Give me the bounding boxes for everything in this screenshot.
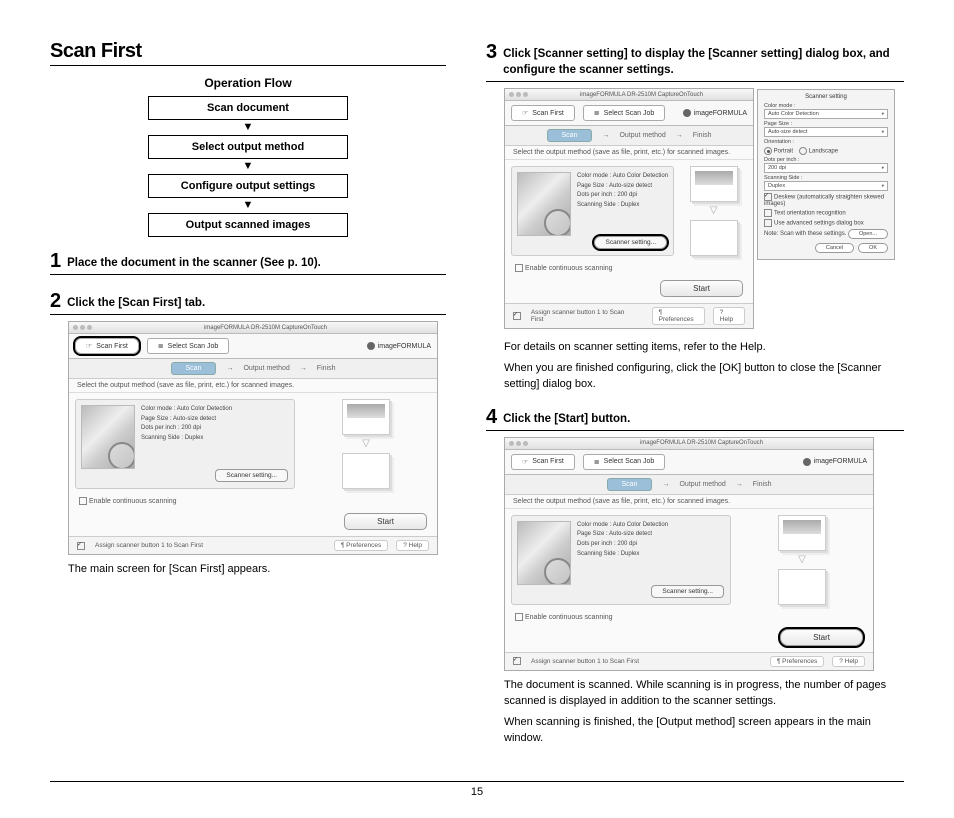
workflow-bar: Scan → Output method → Finish — [69, 359, 437, 379]
window-footer: Assign scanner button 1 to Scan First ¶ … — [69, 536, 437, 554]
paper-stack-icon — [778, 569, 826, 605]
list-icon: ≣ — [594, 109, 600, 117]
open-button[interactable]: Open... — [848, 229, 888, 239]
ok-button[interactable]: OK — [858, 243, 888, 253]
finish-stage-label: Finish — [317, 365, 336, 372]
scanner-setting-button[interactable]: Scanner setting... — [594, 236, 667, 249]
dpi-select[interactable]: 200 dpi — [764, 163, 888, 173]
right-column: 3 Click [Scanner setting] to display the… — [486, 40, 904, 760]
preview-thumbnail — [517, 172, 571, 236]
tab-scan-first[interactable]: ☞ Scan First — [511, 105, 575, 121]
color-mode-select[interactable]: Auto Color Detection — [764, 109, 888, 119]
scan-stage-button[interactable]: Scan — [607, 478, 653, 491]
cancel-button[interactable]: Cancel — [815, 243, 854, 253]
window-title: imageFORMULA DR-2510M CaptureOnTouch — [534, 92, 749, 98]
orientation-radios[interactable]: Portrait Landscape — [764, 147, 888, 155]
assign-label: Assign scanner button 1 to Scan First — [95, 542, 203, 549]
scanning-side-select[interactable]: Duplex — [764, 181, 888, 191]
flow-arrow-icon: ▼ — [243, 122, 254, 133]
window-titlebar: imageFORMULA DR-2510M CaptureOnTouch — [505, 89, 753, 101]
left-column: Scan First Operation Flow Scan document … — [50, 40, 446, 760]
start-button[interactable]: Start — [660, 280, 743, 297]
step-note: The document is scanned. While scanning … — [504, 677, 904, 747]
manual-page: Scan First Operation Flow Scan document … — [0, 0, 954, 818]
flow-step-2: Select output method — [148, 135, 348, 159]
instruction-caption: Select the output method (save as file, … — [69, 379, 437, 393]
flow-step-3: Configure output settings — [148, 174, 348, 198]
hand-icon: ☞ — [522, 109, 528, 117]
scanner-setting-button[interactable]: Scanner setting... — [215, 469, 288, 482]
step-instruction: Click [Scanner setting] to display the [… — [503, 44, 904, 78]
preview-thumbnail — [517, 521, 571, 585]
list-icon: ≣ — [158, 342, 164, 350]
preferences-button[interactable]: ¶ Preferences — [334, 540, 388, 551]
dialog-title: Scanner setting — [764, 94, 888, 100]
two-column-layout: Scan First Operation Flow Scan document … — [50, 40, 904, 760]
flow-step-4: Output scanned images — [148, 213, 348, 237]
paper-stack-icon — [690, 166, 738, 202]
flow-step-1: Scan document — [148, 96, 348, 120]
step-3: 3 Click [Scanner setting] to display the… — [486, 44, 904, 397]
step-4: 4 Click the [Start] button. imageFORMULA… — [486, 409, 904, 751]
scanner-setting-screenshot: imageFORMULA DR-2510M CaptureOnTouch ☞ S… — [504, 88, 754, 329]
step-number: 4 — [486, 407, 497, 427]
tab-scan-first[interactable]: ☞Scan First — [511, 454, 575, 470]
output-preview: ▽ — [301, 399, 431, 489]
tab-scan-first[interactable]: ☞ Scan First — [75, 338, 139, 354]
help-button[interactable]: ? Help — [832, 656, 865, 667]
operation-flow: Scan document ▼ Select output method ▼ C… — [50, 96, 446, 237]
tab-select-scan-job[interactable]: ≣Select Scan Job — [583, 454, 665, 470]
step-instruction: Click the [Scan First] tab. — [67, 293, 205, 311]
help-button[interactable]: ? Help — [396, 540, 429, 551]
window-title: imageFORMULA DR-2510M CaptureOnTouch — [98, 325, 433, 331]
start-button[interactable]: Start — [344, 513, 427, 530]
operation-flow-title: Operation Flow — [50, 76, 446, 90]
output-stage-label: Output method — [243, 365, 289, 372]
scanner-setting-dialog: Scanner setting Color mode :Auto Color D… — [757, 89, 895, 260]
step-note: For details on scanner setting items, re… — [504, 339, 904, 393]
page-number: 15 — [471, 786, 483, 798]
flow-arrow-icon: ▼ — [243, 200, 254, 211]
continuous-scan-checkbox[interactable]: Enable continuous scanning — [505, 262, 753, 276]
preferences-button[interactable]: ¶ Preferences — [652, 307, 705, 325]
tab-select-scan-job[interactable]: ≣ Select Scan Job — [147, 338, 229, 354]
scan-stage-button[interactable]: Scan — [547, 129, 593, 142]
continuous-scan-checkbox[interactable]: Enable continuous scanning — [69, 495, 437, 509]
scanner-setting-button[interactable]: Scanner setting... — [651, 585, 724, 598]
step-number: 3 — [486, 42, 497, 62]
assign-checkbox[interactable] — [77, 542, 85, 550]
preview-thumbnail — [81, 405, 135, 469]
brand-dot-icon — [367, 342, 375, 350]
help-button[interactable]: ? Help — [713, 307, 745, 325]
step-instruction: Place the document in the scanner (See p… — [67, 253, 321, 271]
continuous-scan-checkbox[interactable]: Enable continuous scanning — [505, 611, 873, 625]
paper-stack-icon — [342, 399, 390, 435]
window-titlebar: imageFORMULA DR-2510M CaptureOnTouch — [69, 322, 437, 334]
tab-select-scan-job[interactable]: ≣ Select Scan Job — [583, 105, 665, 121]
preferences-button[interactable]: ¶ Preferences — [770, 656, 824, 667]
paper-stack-icon — [690, 220, 738, 256]
step-2: 2 Click the [Scan First] tab. imageFORMU… — [50, 293, 446, 582]
tab-bar: ☞ Scan First ≣ Select Scan Job imageFORM… — [69, 334, 437, 359]
section-title: Scan First — [50, 40, 446, 66]
scan-first-screenshot: imageFORMULA DR-2510M CaptureOnTouch ☞ S… — [68, 321, 438, 555]
scanner-settings-panel: Color mode : Auto Color Detection Page S… — [75, 399, 295, 489]
step-number: 1 — [50, 251, 61, 271]
page-footer: 15 — [50, 781, 904, 798]
start-button-screenshot: imageFORMULA DR-2510M CaptureOnTouch ☞Sc… — [504, 437, 874, 671]
start-button[interactable]: Start — [780, 629, 863, 646]
hand-icon: ☞ — [86, 342, 92, 350]
paper-stack-icon — [342, 453, 390, 489]
flow-arrow-icon: ▼ — [243, 161, 254, 172]
down-arrow-icon: ▽ — [362, 439, 370, 449]
paper-stack-icon — [778, 515, 826, 551]
page-size-select[interactable]: Auto-size detect — [764, 127, 888, 137]
scan-stage-button[interactable]: Scan — [171, 362, 217, 375]
step-note: The main screen for [Scan First] appears… — [68, 561, 446, 578]
step-number: 2 — [50, 291, 61, 311]
step-instruction: Click the [Start] button. — [503, 409, 630, 427]
brand-label: imageFORMULA — [367, 342, 431, 350]
step-1: 1 Place the document in the scanner (See… — [50, 253, 446, 281]
